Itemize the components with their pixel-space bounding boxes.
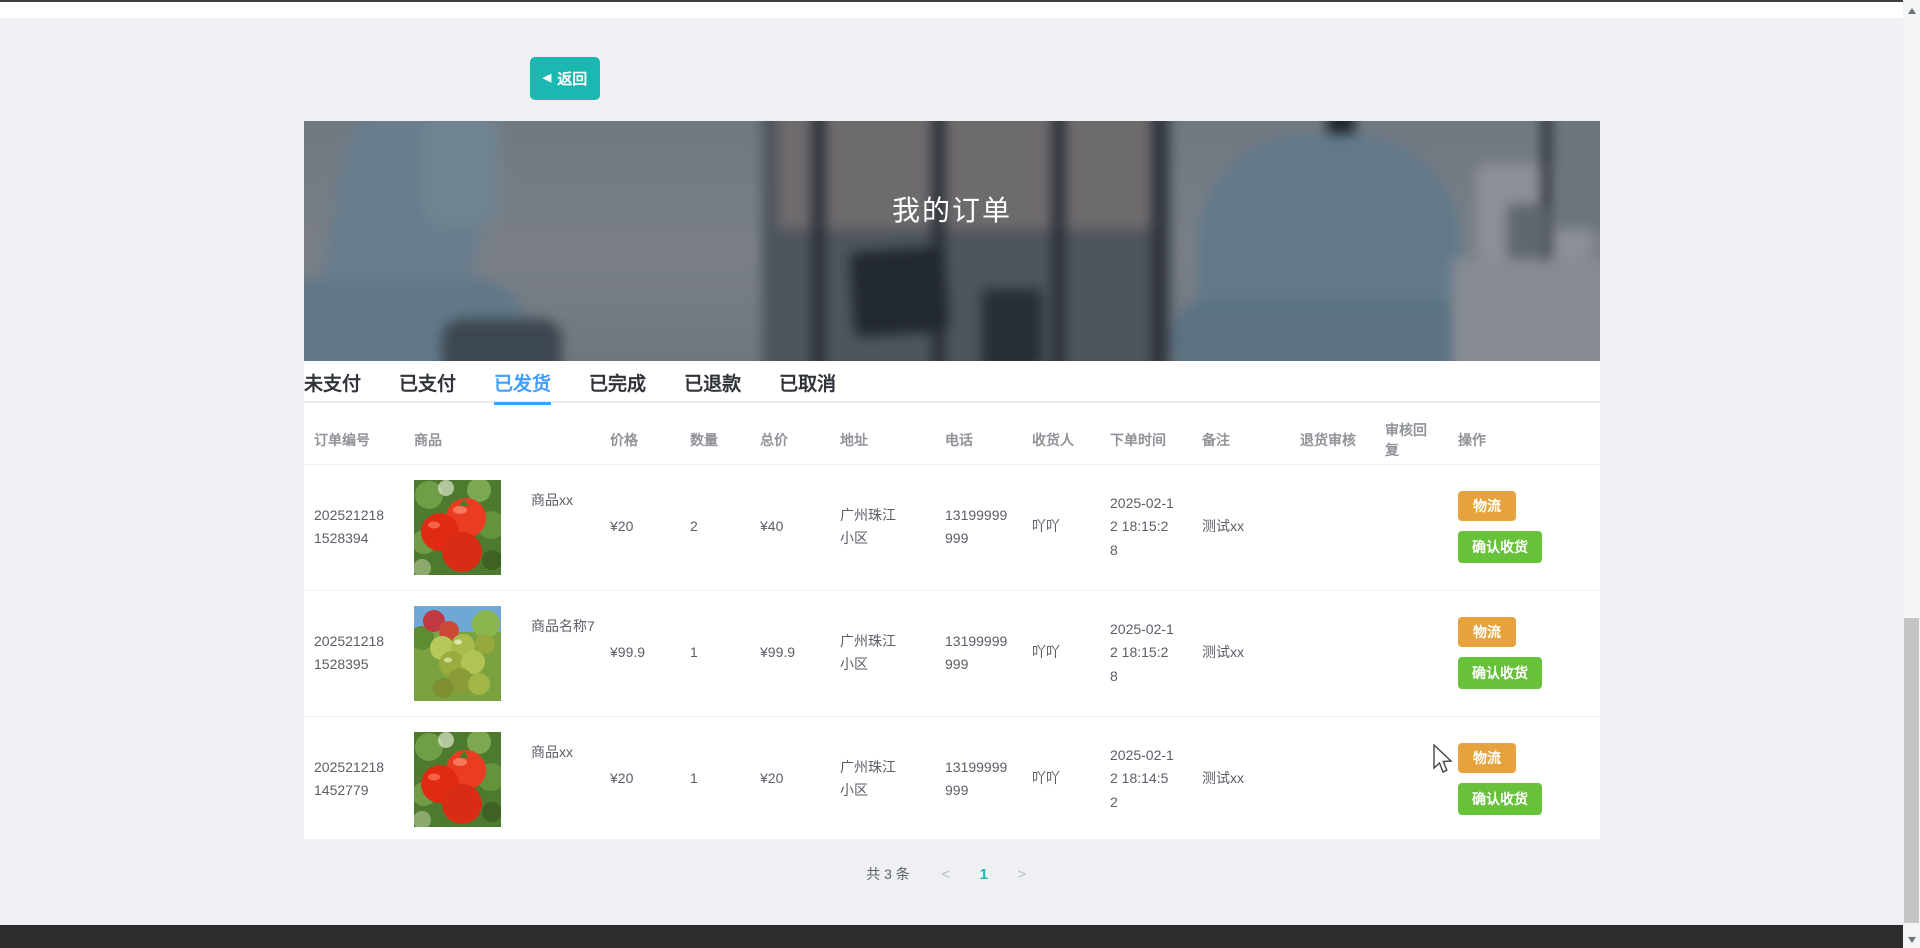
banner-dark-overlay bbox=[304, 121, 1600, 361]
price-cell: ¥20 bbox=[600, 716, 680, 843]
header-remark: 备注 bbox=[1192, 416, 1290, 465]
product-image-tomatoes bbox=[414, 479, 501, 575]
pagination: 共 3 条 < 1 > bbox=[304, 858, 1600, 890]
header-review-reply: 审核回复 bbox=[1375, 416, 1448, 465]
header-total: 总价 bbox=[750, 416, 830, 465]
order-no: 2025212181528395 bbox=[314, 632, 385, 672]
scrollbar-down-arrow-icon[interactable] bbox=[1903, 931, 1920, 948]
header-price: 价格 bbox=[600, 416, 680, 465]
logistics-button[interactable]: 物流 bbox=[1458, 617, 1516, 647]
page-number-1[interactable]: 1 bbox=[968, 860, 1000, 888]
orders-panel: 未支付 已支付 已发货 已完成 已退款 已取消 订单编号 商品 价格 数量 总价 bbox=[304, 361, 1600, 843]
phone-cell: 13199999999 bbox=[945, 506, 1008, 546]
confirm-receipt-button[interactable]: 确认收货 bbox=[1458, 783, 1542, 815]
product-image-tomatoes bbox=[414, 731, 501, 827]
return-review-cell bbox=[1290, 716, 1375, 843]
scrollbar-up-arrow-icon[interactable] bbox=[1903, 2, 1920, 19]
table-header-row: 订单编号 商品 价格 数量 总价 地址 电话 收货人 下单时间 备注 退货审核 … bbox=[304, 416, 1600, 465]
order-time-cell: 2025-02-12 18:15:28 bbox=[1110, 621, 1174, 684]
logistics-button[interactable]: 物流 bbox=[1458, 743, 1516, 773]
page-banner: 我的订单 bbox=[304, 121, 1600, 361]
page-footer bbox=[0, 925, 1903, 948]
table-row: 2025212181452779 商品xx ¥20 1 ¥20 广州珠江小区 1… bbox=[304, 716, 1600, 843]
scrollbar-thumb[interactable] bbox=[1904, 618, 1919, 923]
address-cell: 广州珠江小区 bbox=[840, 758, 896, 798]
header-return-review: 退货审核 bbox=[1290, 416, 1375, 465]
review-reply-cell bbox=[1375, 716, 1448, 843]
order-no: 2025212181528394 bbox=[314, 506, 385, 546]
prev-page-button[interactable]: < bbox=[930, 860, 962, 888]
header-quantity: 数量 bbox=[680, 416, 750, 465]
consignee-cell: 吖吖 bbox=[1022, 716, 1100, 843]
header-address: 地址 bbox=[830, 416, 935, 465]
address-cell: 广州珠江小区 bbox=[840, 506, 896, 546]
table-row: 2025212181528395 商品名称7 ¥99.9 1 ¥99.9 广州珠… bbox=[304, 590, 1600, 717]
header-product: 商品 bbox=[404, 416, 600, 465]
address-cell: 广州珠江小区 bbox=[840, 632, 896, 672]
remark-cell: 测试xx bbox=[1192, 716, 1290, 843]
price-cell: ¥99.9 bbox=[600, 590, 680, 717]
product-name: 商品名称7 bbox=[531, 617, 595, 634]
tab-unpaid[interactable]: 未支付 bbox=[304, 361, 361, 403]
review-reply-cell bbox=[1375, 464, 1448, 591]
consignee-cell: 吖吖 bbox=[1022, 464, 1100, 591]
header-phone: 电话 bbox=[935, 416, 1022, 465]
header-consignee: 收货人 bbox=[1022, 416, 1100, 465]
pagination-total: 共 3 条 bbox=[866, 866, 910, 882]
total-cell: ¥99.9 bbox=[750, 590, 830, 717]
tab-cancelled[interactable]: 已取消 bbox=[779, 361, 836, 403]
review-reply-cell bbox=[1375, 590, 1448, 717]
product-name: 商品xx bbox=[531, 491, 573, 508]
confirm-receipt-button[interactable]: 确认收货 bbox=[1458, 531, 1542, 563]
return-review-cell bbox=[1290, 590, 1375, 717]
order-time-cell: 2025-02-12 18:15:28 bbox=[1110, 495, 1174, 558]
header-order-time: 下单时间 bbox=[1100, 416, 1192, 465]
remark-cell: 测试xx bbox=[1192, 590, 1290, 717]
order-time-cell: 2025-02-12 18:14:52 bbox=[1110, 747, 1174, 810]
tab-paid[interactable]: 已支付 bbox=[399, 361, 456, 403]
back-arrow-icon: ◀ bbox=[542, 72, 552, 84]
back-button-label: 返回 bbox=[557, 71, 588, 88]
top-white-strip bbox=[0, 2, 1903, 18]
tab-shipped[interactable]: 已发货 bbox=[494, 361, 552, 405]
tab-completed[interactable]: 已完成 bbox=[589, 361, 646, 403]
back-button[interactable]: ◀ 返回 bbox=[530, 57, 600, 100]
page-title: 我的订单 bbox=[891, 195, 1012, 226]
total-cell: ¥40 bbox=[750, 464, 830, 591]
header-order-no: 订单编号 bbox=[304, 416, 404, 465]
phone-cell: 13199999999 bbox=[945, 632, 1008, 672]
quantity-cell: 1 bbox=[680, 716, 750, 843]
order-status-tabbar: 未支付 已支付 已发货 已完成 已退款 已取消 bbox=[304, 361, 1600, 405]
phone-cell: 13199999999 bbox=[945, 758, 1008, 798]
price-cell: ¥20 bbox=[600, 464, 680, 591]
tab-refunded[interactable]: 已退款 bbox=[684, 361, 741, 403]
header-actions: 操作 bbox=[1448, 416, 1600, 465]
confirm-receipt-button[interactable]: 确认收货 bbox=[1458, 657, 1542, 689]
quantity-cell: 2 bbox=[680, 464, 750, 591]
next-page-button[interactable]: > bbox=[1006, 860, 1038, 888]
return-review-cell bbox=[1290, 464, 1375, 591]
logistics-button[interactable]: 物流 bbox=[1458, 491, 1516, 521]
order-page: ◀ 返回 我的订单 未支付 已支付 已发货 已完成 已退款 已取消 订单编号 商… bbox=[0, 0, 1920, 948]
order-no: 2025212181452779 bbox=[314, 758, 385, 798]
remark-cell: 测试xx bbox=[1192, 464, 1290, 591]
orders-table: 订单编号 商品 价格 数量 总价 地址 电话 收货人 下单时间 备注 退货审核 … bbox=[304, 416, 1600, 843]
product-name: 商品xx bbox=[531, 743, 573, 760]
total-cell: ¥20 bbox=[750, 716, 830, 843]
table-row: 2025212181528394 商品xx ¥20 2 ¥40 广州珠江小区 1… bbox=[304, 464, 1600, 591]
consignee-cell: 吖吖 bbox=[1022, 590, 1100, 717]
vertical-scrollbar[interactable] bbox=[1903, 0, 1920, 948]
product-image-grapes bbox=[414, 605, 501, 701]
quantity-cell: 1 bbox=[680, 590, 750, 717]
